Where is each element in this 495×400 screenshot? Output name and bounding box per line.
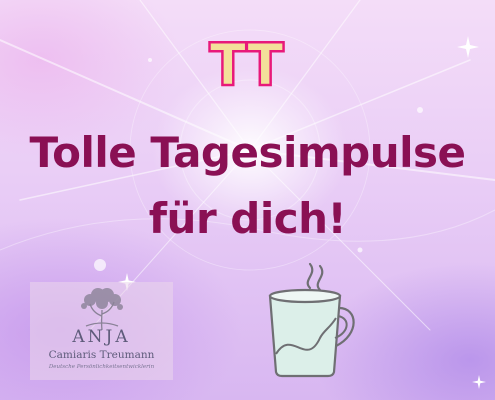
- tree-icon: [81, 288, 123, 331]
- badge-tagline: Deutsche Persönlichkeitsentwicklerin: [48, 364, 155, 370]
- sparkle-icon: [472, 375, 486, 389]
- badge-name: ANJA: [72, 327, 131, 347]
- headline-line-1: Tolle Tagesimpulse: [29, 128, 466, 177]
- tt-logo: TT: [208, 32, 286, 97]
- headline-line-2: für dich!: [148, 194, 347, 243]
- author-badge: ANJA Camiaris Treumann Deutsche Persönli…: [30, 282, 173, 380]
- badge-subtitle: Camiaris Treumann: [48, 349, 155, 361]
- coffee-cup-icon: [268, 262, 355, 378]
